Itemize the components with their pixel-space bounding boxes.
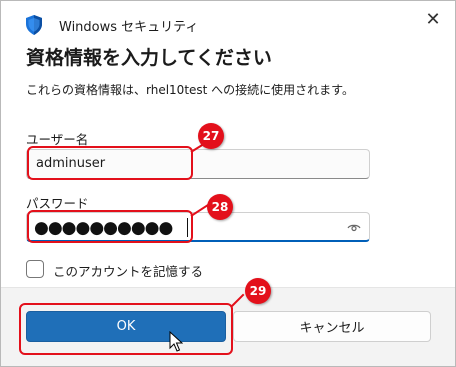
title-bar: Windows セキュリティ ✕ <box>1 1 455 41</box>
page-title: 資格情報を入力してください <box>26 47 272 69</box>
eye-icon[interactable] <box>347 221 361 233</box>
credential-dialog: Windows セキュリティ ✕ 資格情報を入力してください これらの資格情報は… <box>0 0 456 367</box>
window-title: Windows セキュリティ <box>59 20 199 35</box>
remember-checkbox[interactable] <box>26 260 44 278</box>
cancel-button[interactable]: キャンセル <box>233 311 431 342</box>
shield-icon <box>26 15 42 35</box>
close-icon[interactable]: ✕ <box>421 7 445 31</box>
username-highlight-box <box>27 146 193 180</box>
step-badge-28: 28 <box>207 194 233 220</box>
description-text: これらの資格情報は、rhel10test への接続に使用されます。 <box>26 83 354 97</box>
step-badge-29: 29 <box>245 278 271 304</box>
remember-label[interactable]: このアカウントを記憶する <box>53 261 203 280</box>
password-highlight-box <box>27 210 193 243</box>
step-badge-27: 27 <box>198 123 224 149</box>
ok-highlight-box <box>19 303 233 355</box>
